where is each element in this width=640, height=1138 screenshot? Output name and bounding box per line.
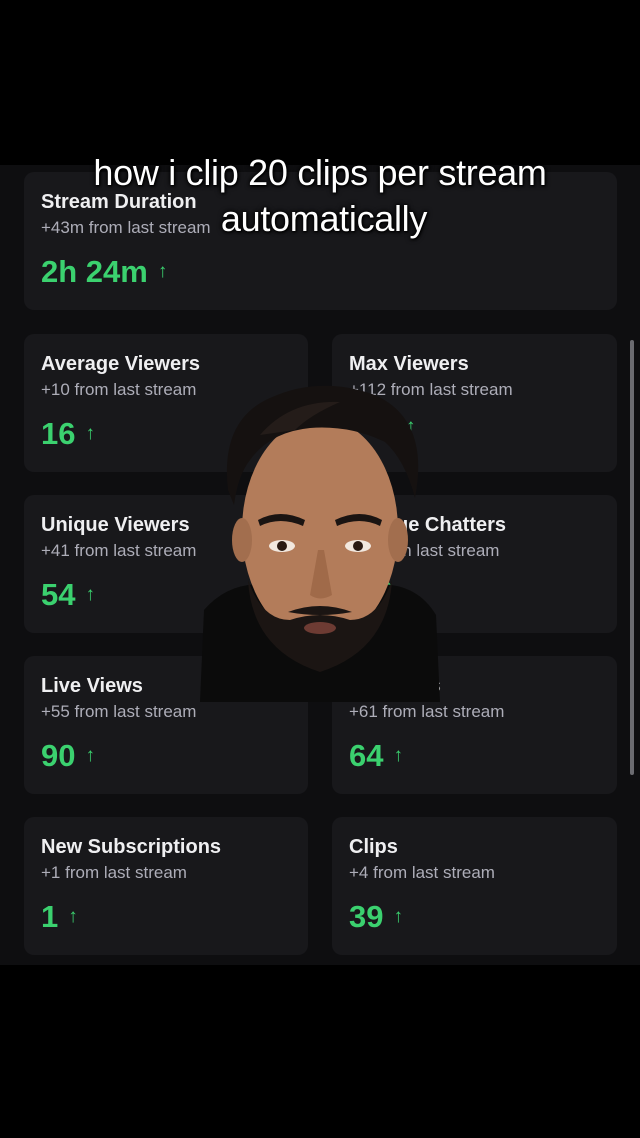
arrow-up-icon: ↑ bbox=[393, 745, 403, 766]
arrow-up-icon: ↑ bbox=[85, 423, 95, 444]
arrow-up-icon: ↑ bbox=[85, 745, 95, 766]
stat-title: Live Views bbox=[41, 675, 143, 697]
arrow-up-icon: ↑ bbox=[157, 261, 168, 282]
stat-value-number: 54 bbox=[41, 577, 76, 612]
stat-change: +1 from last stream bbox=[41, 863, 187, 882]
stat-title: Unique Viewers bbox=[41, 514, 190, 536]
stat-value-number: 64 bbox=[349, 738, 384, 773]
stat-title: New Subscriptions bbox=[41, 836, 222, 858]
stat-value-number: 16 bbox=[41, 416, 76, 451]
scrollbar-thumb[interactable] bbox=[630, 340, 634, 775]
stat-card-new-subscriptions: New Subscriptions +1 from last stream 1 … bbox=[24, 817, 308, 955]
stat-change: +61 from last stream bbox=[349, 702, 505, 721]
arrow-up-icon: ↑ bbox=[393, 906, 403, 927]
stat-value-number: 39 bbox=[349, 899, 384, 934]
stat-value: 54 ↑ bbox=[41, 577, 95, 613]
creator-face-overlay bbox=[200, 385, 440, 702]
stat-title: Max Viewers bbox=[349, 353, 469, 375]
stat-value: 16 ↑ bbox=[41, 416, 95, 452]
stat-value: 1 ↑ bbox=[41, 899, 78, 935]
stat-title: Average Viewers bbox=[41, 353, 200, 375]
arrow-up-icon: ↑ bbox=[85, 584, 95, 605]
stat-title: Clips bbox=[349, 836, 398, 858]
stat-value: 64 ↑ bbox=[349, 738, 403, 774]
stat-card-clips: Clips +4 from last stream 39 ↑ bbox=[332, 817, 617, 955]
stat-value-number: 90 bbox=[41, 738, 76, 773]
stat-change: +10 from last stream bbox=[41, 380, 197, 399]
stat-change: +41 from last stream bbox=[41, 541, 197, 560]
stat-value: 2h 24m ↑ bbox=[41, 254, 167, 290]
stat-change: +4 from last stream bbox=[349, 863, 495, 882]
stat-value: 39 ↑ bbox=[349, 899, 403, 935]
arrow-up-icon: ↑ bbox=[68, 906, 78, 927]
stat-value: 90 ↑ bbox=[41, 738, 95, 774]
video-caption-line-2: automatically bbox=[220, 198, 428, 239]
stat-value-number: 1 bbox=[41, 899, 59, 934]
stat-value-number: 2h 24m bbox=[41, 254, 148, 289]
video-caption-line-1: how i clip 20 clips per stream bbox=[93, 152, 547, 193]
stat-change: +55 from last stream bbox=[41, 702, 197, 721]
